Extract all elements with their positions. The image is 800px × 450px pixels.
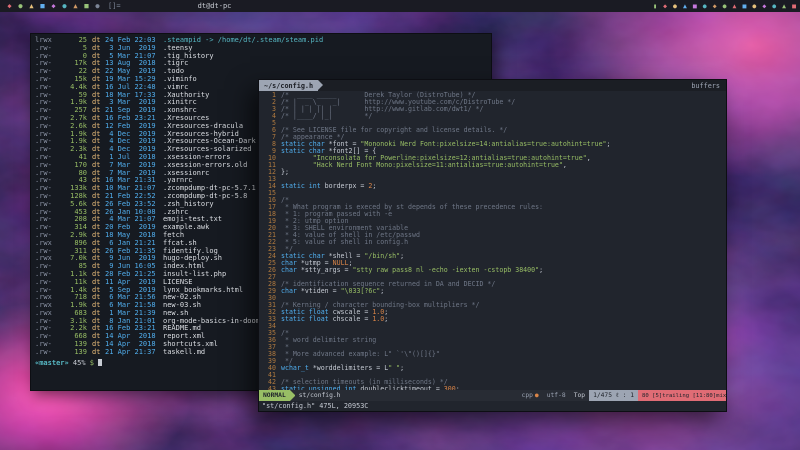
vim-cmdline: "st/config.h" 475L, 20953C — [259, 401, 726, 411]
buffers-label: buffers — [685, 80, 726, 91]
code-line: 15 — [259, 190, 726, 197]
workspace-tag-7[interactable]: ▲ — [70, 0, 81, 12]
code-line: 12}; — [259, 169, 726, 176]
terminal-cursor — [98, 359, 102, 366]
layout-indicator: []= — [108, 2, 121, 10]
encoding-indicator: utf-8 — [543, 390, 570, 401]
tray-icon-1[interactable]: ▮ — [653, 0, 657, 12]
statusline-spacer — [344, 390, 517, 401]
code-line: 26char *stty_args = "stty raw pass8 nl -… — [259, 267, 726, 274]
vim-mode-indicator: NORMAL — [259, 390, 290, 401]
tray-icon-5[interactable]: ■ — [693, 0, 697, 12]
tray-icon-9[interactable]: ▲ — [733, 0, 737, 12]
statusline-filename: st/config.h — [295, 390, 345, 401]
tray-icon-2[interactable]: ◆ — [663, 0, 667, 12]
terminal-window-vim[interactable]: ~/s/config.h buffers 1/* ____ _____ Dere… — [258, 79, 727, 412]
workspace-tag-5[interactable]: ◆ — [48, 0, 59, 12]
tray-icon-11[interactable]: ● — [752, 0, 756, 12]
workspace-tag-9[interactable]: ● — [92, 0, 103, 12]
workspace-tags: ◆●▲■◆●▲■● — [4, 0, 103, 12]
tray-icon-8[interactable]: ● — [723, 0, 727, 12]
tray-icon-13[interactable]: ● — [772, 0, 776, 12]
file-row: .rw-0dt 5 Mar 21:07.tig_history — [35, 53, 487, 61]
file-row: .rw-22dt22 May 2019.todo — [35, 68, 487, 76]
file-row: .rw-17kdt13 Aug 2018.tigrc — [35, 60, 487, 68]
file-row: lrwx25dt24 Feb 22:03.steampid -> /home/d… — [35, 37, 487, 45]
status-tray: ▮ ◆ ● ▲ ■ ● ◆ ● ▲ ■ ● ◆ ● ▲ ■ — [653, 0, 796, 12]
powerline-arrow-icon — [318, 80, 323, 90]
vim-statusline: NORMAL st/config.h cpp● utf-8 Top 1/475 … — [259, 390, 726, 401]
filetype-dot-icon: ● — [535, 392, 539, 399]
top-bar: ◆●▲■◆●▲■● []= dt@dt-pc ▮◆●▲■●◆●▲■●◆●▲■ — [0, 0, 800, 12]
vim-tabline: ~/s/config.h buffers — [259, 80, 726, 91]
workspace-tag-3[interactable]: ▲ — [26, 0, 37, 12]
code-area[interactable]: 1/* ____ _____ Derek Taylor (DistroTube)… — [259, 91, 726, 390]
tray-icon-6[interactable]: ● — [703, 0, 707, 12]
file-row: .rw-5dt 3 Jun 2019.teensy — [35, 45, 487, 53]
tray-icon-4[interactable]: ▲ — [683, 0, 687, 12]
code-line: 14static int borderpx = 2; — [259, 183, 726, 190]
workspace-tag-8[interactable]: ■ — [81, 0, 92, 12]
workspace-tag-1[interactable]: ◆ — [4, 0, 15, 12]
code-line: 40wchar_t *worddelimiters = L" "; — [259, 365, 726, 372]
code-line: 22 * 5: value of shell in config.h — [259, 239, 726, 246]
window-title: dt@dt-pc — [198, 2, 232, 10]
workspace-tag-6[interactable]: ● — [59, 0, 70, 12]
code-line: 38 * More advanced example: L" `'\"()[]{… — [259, 351, 726, 358]
workspace-tag-2[interactable]: ● — [15, 0, 26, 12]
tray-icon-10[interactable]: ■ — [742, 0, 746, 12]
cursor-position-indicator: 1/475 ℓ : 1 — [589, 390, 638, 401]
tray-icon-7[interactable]: ◆ — [713, 0, 717, 12]
tab-current-file[interactable]: ~/s/config.h — [259, 80, 318, 91]
tray-icon-14[interactable]: ▲ — [782, 0, 786, 12]
tray-icon-3[interactable]: ● — [673, 0, 677, 12]
filetype-indicator: cpp● — [518, 390, 543, 401]
code-line: 29char *vtiden = "\033[?6c"; — [259, 288, 726, 295]
code-line: 36 * word delimiter string — [259, 337, 726, 344]
tray-icon-12[interactable]: ◆ — [762, 0, 766, 12]
tray-icon-15[interactable]: ■ — [792, 0, 796, 12]
code-line: 33static float chscale = 1.0; — [259, 316, 726, 323]
whitespace-warning-badge: 80 [5]trailing [11:80]mix-indent-file — [638, 390, 726, 401]
code-line: 4/* |____/ |_| */ — [259, 113, 726, 120]
desktop: ◆●▲■◆●▲■● []= dt@dt-pc ▮◆●▲■●◆●▲■●◆●▲■ l… — [0, 0, 800, 450]
code-line: 11 "Hack Nerd Font Mono:pixelsize=11:ant… — [259, 162, 726, 169]
code-line: 34 — [259, 323, 726, 330]
scroll-indicator: Top — [570, 390, 589, 401]
workspace-tag-4[interactable]: ■ — [37, 0, 48, 12]
